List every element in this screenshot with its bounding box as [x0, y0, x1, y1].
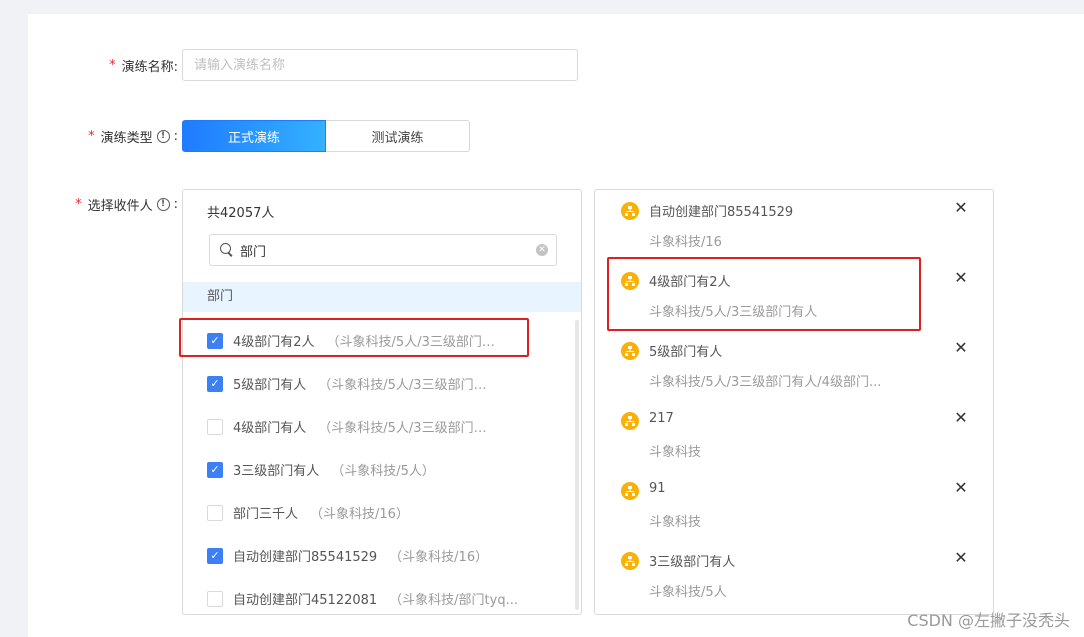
department-path: （斗象科技/部门tyq... — [389, 593, 518, 608]
type-label: 演练类型 — [100, 130, 153, 146]
drill-type-switch: 正式演练 测试演练 — [182, 120, 470, 152]
selected-path: 斗象科技 — [649, 515, 702, 530]
info-circle-icon[interactable]: ! — [156, 197, 170, 211]
checkbox[interactable] — [207, 590, 223, 607]
list-item[interactable]: 部门三千人 （斗象科技/16） — [183, 491, 581, 534]
department-path: （斗象科技/16） — [310, 507, 409, 522]
list-item[interactable]: ✓ 5级部门有人 （斗象科技/5人/3三级部门有... — [183, 362, 581, 405]
watermark: CSDN @左撇子没秃头 — [907, 611, 1070, 630]
type-test-button[interactable]: 测试演练 — [326, 120, 470, 152]
close-icon[interactable]: ✕ — [953, 480, 969, 496]
selected-path: 斗象科技/5人 — [649, 585, 727, 600]
selected-name: 5级部门有人 — [649, 345, 723, 360]
search-box: ✕ — [209, 234, 557, 266]
selected-recipients-panel: 自动创建部门85541529 斗象科技/16 ✕ 4级部门有2人 斗象科技/5人… — [594, 189, 994, 615]
department-list: ✓ 4级部门有2人 （斗象科技/5人/3三级部门有... ✓ 5级部门有人 （斗… — [183, 319, 581, 614]
department-name: 自动创建部门45122081 — [233, 593, 378, 608]
org-chart-icon — [621, 342, 639, 360]
org-chart-icon — [621, 482, 639, 500]
org-chart-icon — [621, 412, 639, 430]
selected-path: 斗象科技 — [649, 445, 702, 460]
department-path: （斗象科技/5人） — [331, 464, 435, 479]
recipients-label: 选择收件人 — [87, 198, 153, 214]
close-icon[interactable]: ✕ — [953, 270, 969, 286]
org-chart-icon — [621, 272, 639, 290]
name-label: 演练名称: — [121, 59, 178, 75]
checkbox[interactable]: ✓ — [207, 332, 223, 349]
close-icon[interactable]: ✕ — [953, 410, 969, 426]
type-formal-button[interactable]: 正式演练 — [182, 120, 326, 152]
close-icon[interactable]: ✕ — [953, 550, 969, 566]
list-item[interactable]: 4级部门有人 （斗象科技/5人/3三级部门有... — [183, 405, 581, 448]
label-colon: : — [173, 196, 178, 212]
clear-icon[interactable]: ✕ — [536, 244, 548, 256]
selected-item: 3三级部门有人 斗象科技/5人 ✕ — [595, 540, 993, 610]
department-path: （斗象科技/5人/3三级部门有... — [326, 335, 507, 350]
checkbox[interactable]: ✓ — [207, 547, 223, 564]
selected-item: 217 斗象科技 ✕ — [595, 400, 993, 470]
department-path: （斗象科技/5人/3三级部门有... — [318, 421, 499, 436]
list-item[interactable]: ✓ 自动创建部门85541529 （斗象科技/16） — [183, 534, 581, 577]
close-icon[interactable]: ✕ — [953, 200, 969, 216]
selected-path: 斗象科技/16 — [649, 235, 722, 250]
checkbox[interactable]: ✓ — [207, 461, 223, 478]
selected-item: 91 斗象科技 ✕ — [595, 470, 993, 540]
selected-name: 3三级部门有人 — [649, 555, 736, 570]
list-item[interactable]: 自动创建部门45122081 （斗象科技/部门tyq... — [183, 577, 581, 614]
department-name: 部门三千人 — [233, 507, 299, 522]
selected-name: 4级部门有2人 — [649, 275, 731, 290]
department-name: 3三级部门有人 — [233, 464, 320, 479]
department-name: 4级部门有人 — [233, 421, 307, 436]
group-header: 部门 — [183, 282, 581, 312]
department-name: 5级部门有人 — [233, 378, 307, 393]
selected-item: 4级部门有2人 斗象科技/5人/3三级部门有人 ✕ — [595, 260, 993, 330]
type-label-row: * 演练类型 ! : — [28, 120, 178, 152]
selected-item: 5级部门有人 斗象科技/5人/3三级部门有人/4级部门... ✕ — [595, 330, 993, 400]
name-label-row: * 演练名称: — [28, 49, 178, 81]
info-circle-icon[interactable]: ! — [156, 129, 170, 143]
required-mark: * — [75, 196, 82, 212]
department-name: 自动创建部门85541529 — [233, 550, 378, 565]
required-mark: * — [109, 57, 116, 73]
org-chart-icon — [621, 202, 639, 220]
search-icon — [220, 243, 234, 257]
checkbox[interactable]: ✓ — [207, 375, 223, 392]
recipients-label-row: * 选择收件人 ! : — [28, 194, 178, 214]
selected-name: 217 — [649, 411, 674, 426]
selected-name: 自动创建部门85541529 — [649, 205, 794, 220]
checkbox[interactable] — [207, 504, 223, 521]
department-path: （斗象科技/5人/3三级部门有... — [318, 378, 499, 393]
department-search-input[interactable] — [240, 242, 536, 258]
required-mark: * — [88, 128, 95, 144]
list-item[interactable]: ✓ 4级部门有2人 （斗象科技/5人/3三级部门有... — [183, 319, 581, 362]
selected-item: 自动创建部门85541529 斗象科技/16 ✕ — [595, 190, 993, 260]
label-colon: : — [173, 128, 178, 144]
selected-path: 斗象科技/5人/3三级部门有人/4级部门... — [649, 375, 882, 390]
checkbox[interactable] — [207, 418, 223, 435]
drill-name-input[interactable] — [182, 49, 578, 81]
department-path: （斗象科技/16） — [389, 550, 489, 565]
selected-path: 斗象科技/5人/3三级部门有人 — [649, 305, 818, 320]
total-count: 共42057人 — [207, 206, 275, 221]
close-icon[interactable]: ✕ — [953, 340, 969, 356]
org-chart-icon — [621, 552, 639, 570]
list-scrollbar[interactable] — [575, 320, 579, 610]
recipient-source-panel: 共42057人 ✕ 部门 ✓ 4级部门有2人 （斗象科技/5人/3三级部门有..… — [182, 189, 582, 615]
department-name: 4级部门有2人 — [233, 335, 315, 350]
selected-name: 91 — [649, 481, 666, 496]
form-card: * 演练名称: * 演练类型 ! : 正式演练 测试演练 * 选择收件人 ! :… — [28, 14, 1084, 637]
list-item[interactable]: ✓ 3三级部门有人 （斗象科技/5人） — [183, 448, 581, 491]
